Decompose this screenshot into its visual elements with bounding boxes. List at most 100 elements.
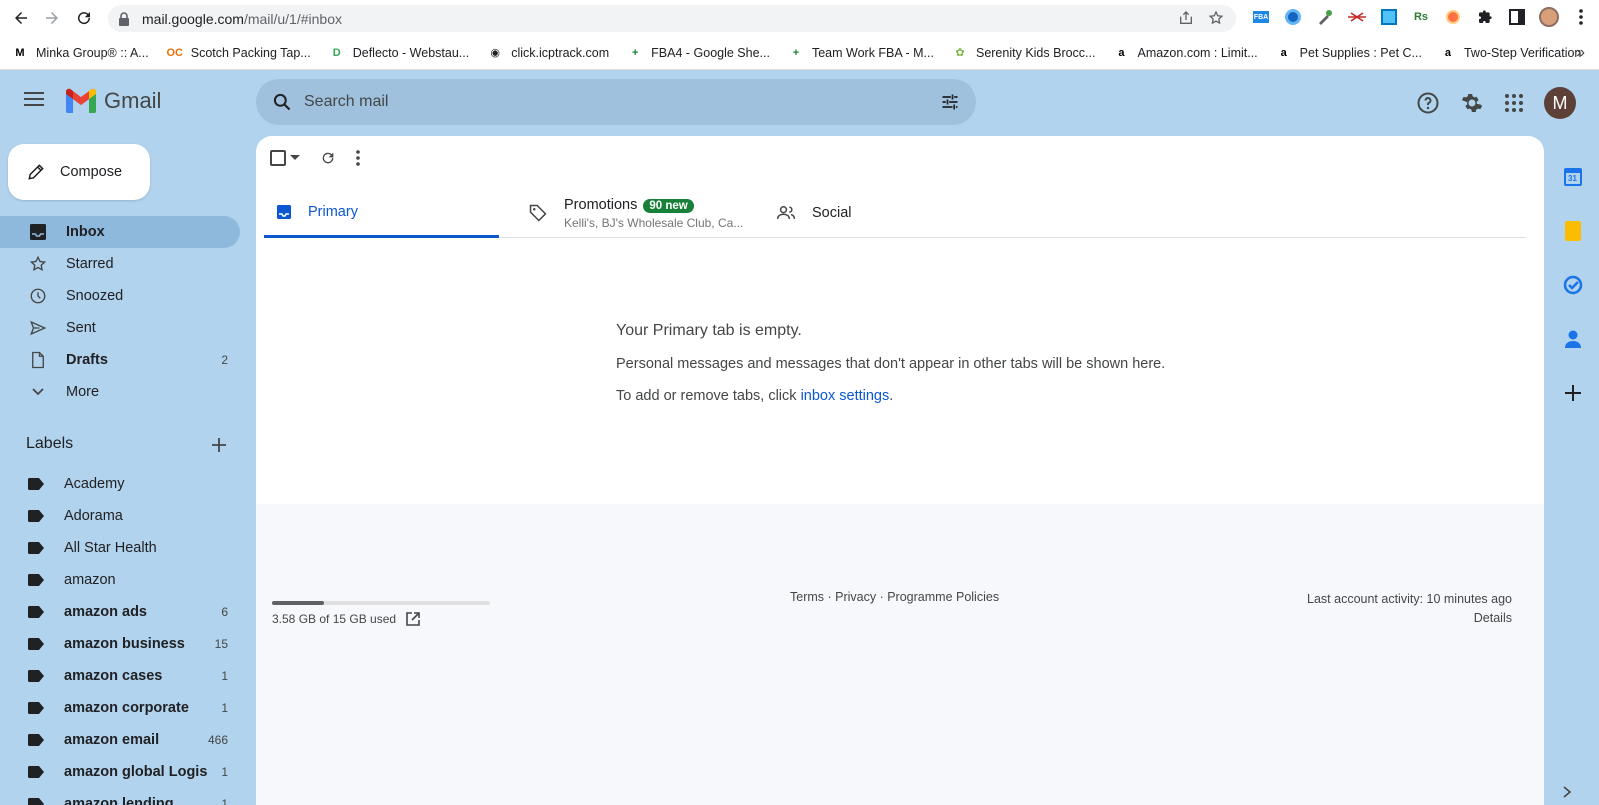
select-all-checkbox[interactable] [270,150,300,166]
help-icon[interactable] [1416,91,1440,115]
extension-box-icon[interactable] [1378,6,1400,28]
label-item[interactable]: amazon email 466 [0,724,240,756]
settings-gear-icon[interactable] [1460,91,1484,115]
bookmark-item[interactable]: ✿ Serenity Kids Brocc... [952,45,1095,61]
gmail-logo[interactable]: Gmail [64,88,161,114]
tab-primary[interactable]: Primary [264,188,499,238]
profile-avatar-icon[interactable] [1538,6,1560,28]
label-item[interactable]: amazon lending 1 [0,788,240,805]
tab-promotions[interactable]: Promotions 90 new Kelli's, BJ's Wholesale… [524,188,759,238]
tasks-app-icon[interactable] [1546,258,1599,312]
label-item[interactable]: All Star Health [0,532,240,564]
extension-orange-icon[interactable] [1442,6,1464,28]
labels-heading: Labels [26,435,74,452]
add-label-icon[interactable] [212,438,226,452]
share-icon[interactable] [1178,10,1194,26]
bookmark-item[interactable]: a Pet Supplies : Pet C... [1276,45,1422,61]
expand-side-panel-icon[interactable] [1562,786,1572,798]
sidebar-item-label: Snoozed [66,288,124,304]
extension-globe-icon[interactable] [1282,6,1304,28]
open-external-icon[interactable] [406,612,420,626]
search-input[interactable]: Search mail [304,93,388,111]
label-item[interactable]: amazon business 15 [0,628,240,660]
bookmark-item[interactable]: M Minka Group® :: A... [12,45,148,61]
bookmark-label: Deflecto - Webstau... [352,45,470,60]
label-item[interactable]: Academy [0,468,240,500]
label-item[interactable]: amazon global Logis 1 [0,756,240,788]
bookmark-star-icon[interactable] [1208,10,1224,26]
label-name: amazon lending [64,796,174,805]
search-options-icon[interactable] [940,92,960,112]
label-count: 466 [207,733,228,747]
side-panel-apps: 31 [1546,150,1599,420]
sidebar-item-more[interactable]: More [0,376,240,408]
bookmark-item[interactable]: + FBA4 - Google She... [627,45,770,61]
back-button[interactable] [9,6,33,30]
bookmark-favicon-icon: OC [166,46,183,59]
tab-promotions-label: Promotions [564,196,638,213]
gmail-header: Gmail Search mail M [0,70,1599,134]
bookmark-item[interactable]: D Deflecto - Webstau... [329,45,470,61]
activity-details-link[interactable]: Details [1307,609,1512,628]
label-tag-icon [28,766,44,778]
sidebar-item-drafts[interactable]: Drafts 2 [0,344,240,376]
label-item[interactable]: amazon [0,564,240,596]
bookmark-favicon-icon: + [631,46,639,59]
compose-button[interactable]: Compose [8,144,150,200]
label-name: amazon corporate [64,700,189,716]
bookmark-label: Team Work FBA - M... [811,45,934,60]
bookmark-item[interactable]: OC Scotch Packing Tap... [166,45,310,61]
label-item[interactable]: amazon corporate 1 [0,692,240,724]
sidebar-item-label: Inbox [66,224,105,240]
get-addons-icon[interactable] [1546,366,1599,420]
tab-social-label: Social [812,205,852,221]
calendar-app-icon[interactable]: 31 [1546,150,1599,204]
extension-fba-icon[interactable]: FBA [1250,6,1272,28]
label-item[interactable]: Adorama [0,500,240,532]
label-item[interactable]: amazon ads 6 [0,596,240,628]
bookmarks-overflow-icon[interactable]: » [1576,44,1585,62]
bookmark-item[interactable]: + Team Work FBA - M... [788,45,934,61]
search-bar[interactable]: Search mail [256,79,976,125]
empty-description: Personal messages and messages that don'… [616,356,1166,372]
sidebar-item-sent[interactable]: Sent [0,312,240,344]
sidebar-item-starred[interactable]: Starred [0,248,240,280]
sidebar-item-snoozed[interactable]: Snoozed [0,280,240,312]
label-tag-icon [28,606,44,618]
label-tag-icon [28,542,44,554]
reload-button[interactable] [72,6,96,30]
sidebar-item-label: Starred [66,256,114,272]
side-panel-icon[interactable] [1506,6,1528,28]
extension-rs-icon[interactable]: Rs [1410,6,1432,28]
label-item[interactable]: amazon cases 1 [0,660,240,692]
main-menu-icon[interactable] [24,92,44,106]
bookmark-item[interactable]: a Amazon.com : Limit... [1113,45,1257,61]
browser-toolbar: mail.google.com/mail/u/1/#inbox FBA Rs [0,0,1599,36]
empty-title: Your Primary tab is empty. [616,322,802,339]
contacts-app-icon[interactable] [1546,312,1599,366]
refresh-icon[interactable] [320,150,336,166]
more-options-icon[interactable] [356,150,360,166]
google-apps-icon[interactable] [1504,93,1524,113]
extension-dropper-icon[interactable] [1314,6,1336,28]
promotions-senders: Kelli's, BJ's Wholesale Club, Ca... [564,215,744,230]
label-tag-icon [28,734,44,746]
sidebar-item-count: 2 [221,353,228,367]
account-avatar[interactable]: M [1544,87,1576,119]
extension-red-icon[interactable] [1346,6,1368,28]
keep-app-icon[interactable] [1546,204,1599,258]
label-tag-icon [28,798,44,805]
sidebar-item-inbox[interactable]: Inbox [0,216,240,248]
browser-menu-icon[interactable] [1570,6,1592,28]
extensions-puzzle-icon[interactable] [1474,6,1496,28]
search-icon[interactable] [272,92,292,112]
bookmark-item[interactable]: ◉ click.icptrack.com [487,45,609,61]
inbox-settings-link[interactable]: inbox settings [801,388,890,404]
tab-social[interactable]: Social [772,188,972,238]
bookmark-item[interactable]: a Two-Step Verification [1440,45,1581,61]
policy-links[interactable]: Terms · Privacy · Programme Policies [790,590,999,604]
address-bar[interactable]: mail.google.com/mail/u/1/#inbox [108,5,1236,32]
main-panel: Primary Promotions 90 new Kelli's, BJ's W… [256,136,1544,805]
forward-button[interactable] [40,6,64,30]
bookmark-label: FBA4 - Google She... [651,45,770,60]
